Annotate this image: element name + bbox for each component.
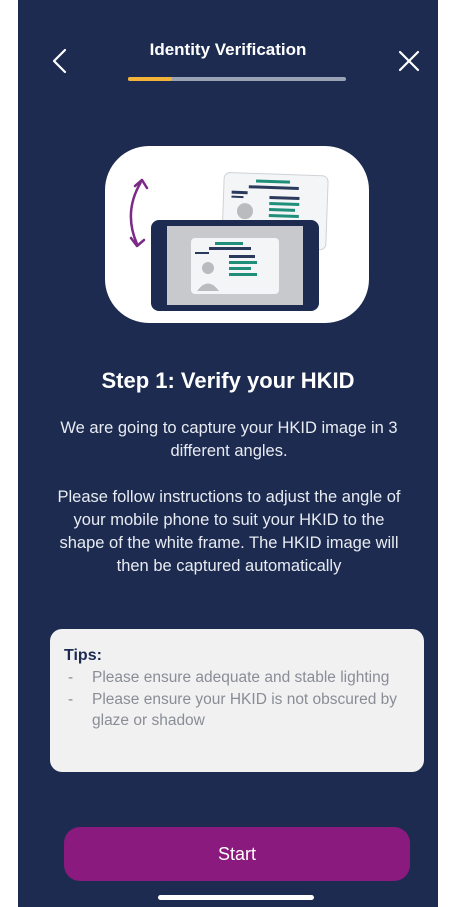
tip-item: - Please ensure adequate and stable ligh…	[64, 667, 410, 688]
close-icon	[398, 50, 420, 72]
step-description-angles: We are going to capture your HKID image …	[60, 419, 398, 460]
header: Identity Verification	[18, 0, 438, 100]
verification-screen: Identity Verification Step 1: Verify you…	[18, 0, 438, 907]
hkid-illustration	[105, 146, 369, 323]
step-title: Step 1: Verify your HKID	[101, 368, 355, 393]
tips-card: Tips: - Please ensure adequate and stabl…	[50, 629, 424, 772]
progress-bar	[128, 77, 346, 81]
close-button[interactable]	[392, 44, 426, 78]
step-description-instructions: Please follow instructions to adjust the…	[57, 488, 401, 575]
progress-bar-fill	[128, 77, 172, 81]
tip-bullet: -	[68, 691, 74, 708]
page-title: Identity Verification	[149, 40, 307, 59]
tip-text: Please ensure adequate and stable lighti…	[92, 669, 390, 686]
home-indicator	[158, 895, 314, 900]
hkid-card-phone-rotation-icon	[129, 172, 329, 311]
tip-bullet: -	[68, 669, 74, 686]
tips-title: Tips:	[64, 647, 102, 664]
tip-text: Please ensure your HKID is not obscured …	[92, 691, 397, 729]
tip-item: - Please ensure your HKID is not obscure…	[64, 689, 410, 731]
start-button[interactable]: Start	[64, 827, 410, 881]
